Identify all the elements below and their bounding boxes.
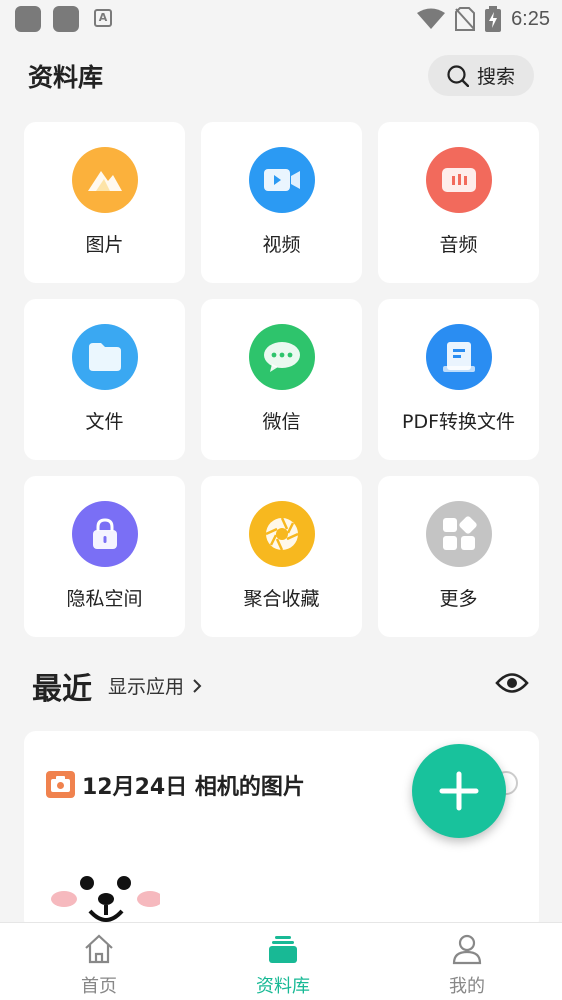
category-label: 图片 bbox=[85, 234, 124, 256]
lock-icon bbox=[72, 501, 138, 567]
profile-icon bbox=[452, 934, 482, 965]
nav-label: 首页 bbox=[81, 976, 117, 997]
category-label: 音频 bbox=[439, 234, 478, 256]
category-label: 文件 bbox=[85, 411, 124, 433]
nav-home[interactable]: 首页 bbox=[24, 923, 174, 1000]
category-wechat[interactable]: 微信 bbox=[201, 299, 362, 460]
picture-icon bbox=[72, 147, 138, 213]
category-label: PDF转换文件 bbox=[401, 411, 516, 433]
nav-label: 我的 bbox=[449, 976, 485, 997]
recent-title: 最近 bbox=[32, 672, 92, 707]
search-label: 搜索 bbox=[476, 66, 515, 88]
nav-profile[interactable]: 我的 bbox=[392, 923, 542, 1000]
app-icon bbox=[53, 6, 79, 32]
library-icon bbox=[269, 936, 297, 963]
category-files[interactable]: 文件 bbox=[24, 299, 185, 460]
no-sim-icon bbox=[455, 7, 476, 31]
show-apps-label: 显示应用 bbox=[108, 676, 185, 698]
nav-library[interactable]: 资料库 bbox=[208, 923, 358, 1000]
category-audio[interactable]: 音频 bbox=[378, 122, 539, 283]
category-videos[interactable]: 视频 bbox=[201, 122, 362, 283]
page-title: 资料库 bbox=[28, 63, 104, 92]
recent-date-label: 12月24日 相机的图片 bbox=[82, 775, 305, 800]
category-collections[interactable]: 聚合收藏 bbox=[201, 476, 362, 637]
status-bar: A 6:25 bbox=[0, 0, 562, 38]
video-icon bbox=[249, 147, 315, 213]
app-icon bbox=[15, 6, 41, 32]
status-time: 6:25 bbox=[511, 7, 550, 30]
home-icon bbox=[85, 934, 113, 964]
wifi-icon bbox=[417, 8, 446, 29]
category-label: 更多 bbox=[439, 588, 478, 610]
category-pictures[interactable]: 图片 bbox=[24, 122, 185, 283]
category-label: 隐私空间 bbox=[66, 588, 143, 610]
battery-charging-icon bbox=[485, 6, 502, 32]
bottom-nav: 首页 资料库 我的 bbox=[0, 922, 562, 1000]
search-icon bbox=[447, 64, 469, 87]
nav-label: 资料库 bbox=[256, 976, 310, 997]
aperture-icon bbox=[249, 501, 315, 567]
a-icon: A bbox=[94, 9, 112, 27]
audio-icon bbox=[426, 147, 492, 213]
search-button[interactable]: 搜索 bbox=[428, 55, 534, 96]
category-label: 视频 bbox=[262, 234, 301, 256]
chevron-right-icon bbox=[193, 678, 202, 693]
folder-icon bbox=[72, 324, 138, 390]
category-label: 微信 bbox=[262, 411, 301, 433]
add-button[interactable] bbox=[412, 744, 506, 838]
eye-icon[interactable] bbox=[495, 668, 529, 698]
camera-icon bbox=[46, 771, 75, 798]
more-apps-icon bbox=[426, 501, 492, 567]
category-pdf-converted[interactable]: PDF转换文件 bbox=[378, 299, 539, 460]
category-more[interactable]: 更多 bbox=[378, 476, 539, 637]
show-apps-link[interactable]: 显示应用 bbox=[108, 672, 202, 699]
category-label: 聚合收藏 bbox=[243, 588, 320, 610]
category-private-space[interactable]: 隐私空间 bbox=[24, 476, 185, 637]
wechat-icon bbox=[249, 324, 315, 390]
pdf-icon bbox=[426, 324, 492, 390]
plus-icon bbox=[439, 771, 479, 811]
